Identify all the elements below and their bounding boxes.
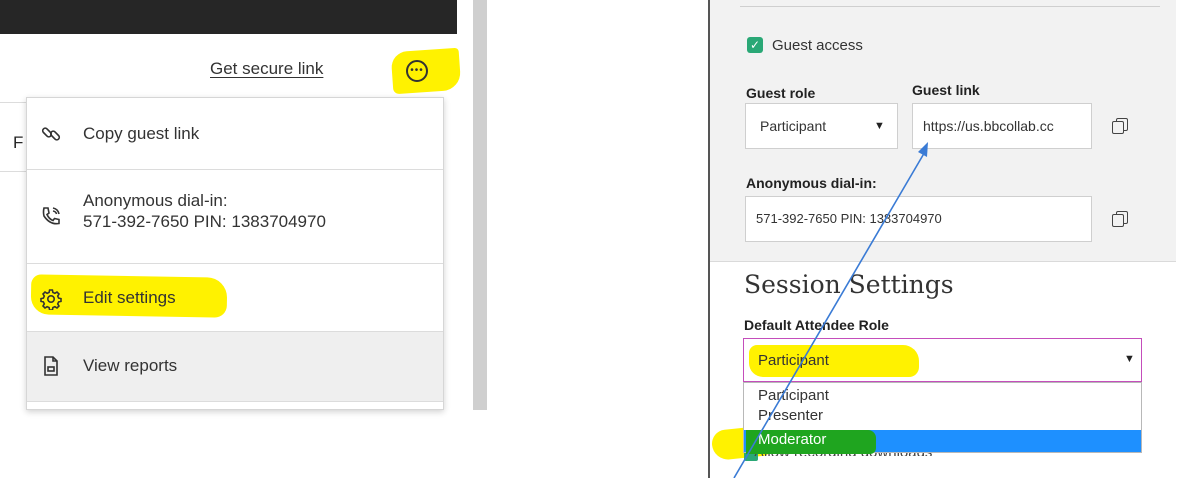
top-bar <box>0 0 457 34</box>
option-moderator[interactable]: Moderator <box>758 431 826 448</box>
dial-in-label: Anonymous dial-in: <box>83 191 228 210</box>
session-settings-title: Session Settings <box>744 270 954 299</box>
menu-item-label: View reports <box>83 356 178 375</box>
divider <box>0 171 26 172</box>
document-icon <box>40 355 62 377</box>
partial-text: F <box>13 133 24 152</box>
menu-item-view-reports[interactable]: View reports <box>27 332 443 402</box>
menu-item-label: Edit settings <box>83 288 176 307</box>
right-panel: ✓ Guest access Guest role Guest link Par… <box>708 0 1178 478</box>
menu-item-anonymous-dial-in[interactable]: Anonymous dial-in: 571-392-7650 PIN: 138… <box>27 170 443 264</box>
divider <box>0 102 26 103</box>
scrollbar[interactable] <box>473 0 487 410</box>
chevron-down-icon: ▼ <box>874 120 885 132</box>
guest-access-checkbox[interactable]: ✓ <box>747 37 763 53</box>
option-participant[interactable]: Participant <box>758 387 829 404</box>
guest-access-section: ✓ Guest access Guest role Guest link Par… <box>710 0 1176 262</box>
guest-role-label: Guest role <box>746 85 816 101</box>
divider <box>740 6 1160 7</box>
phone-icon <box>40 205 62 227</box>
anonymous-dial-in-label: Anonymous dial-in: <box>746 175 877 191</box>
role-options-list: Participant Presenter Moderator <box>743 382 1142 454</box>
gear-icon <box>40 288 62 310</box>
guest-link-field[interactable]: https://us.bbcollab.cc <box>912 103 1092 149</box>
anonymous-dial-in-field[interactable]: 571-392-7650 PIN: 1383704970 <box>745 196 1092 242</box>
guest-access-label: Guest access <box>772 37 863 54</box>
left-panel: Get secure link ••• F Copy guest link An… <box>0 0 490 410</box>
get-secure-link[interactable]: Get secure link <box>210 59 323 79</box>
guest-role-select[interactable]: Participant ▼ <box>745 103 898 149</box>
link-icon <box>40 123 62 145</box>
default-attendee-role-label: Default Attendee Role <box>744 317 889 333</box>
menu-item-copy-guest-link[interactable]: Copy guest link <box>27 98 443 170</box>
menu-item-label: Anonymous dial-in: 571-392-7650 PIN: 138… <box>83 190 326 232</box>
dial-in-number: 571-392-7650 PIN: 1383704970 <box>83 212 326 231</box>
menu-item-edit-settings[interactable]: Edit settings <box>27 264 443 332</box>
default-attendee-role-value: Participant <box>758 352 829 369</box>
option-presenter[interactable]: Presenter <box>758 407 823 424</box>
ellipsis-circle-icon[interactable]: ••• <box>406 60 428 82</box>
menu-item-label: Copy guest link <box>83 124 200 143</box>
anonymous-dial-in-value: 571-392-7650 PIN: 1383704970 <box>756 211 942 226</box>
session-options-menu: Copy guest link Anonymous dial-in: 571-3… <box>26 97 444 410</box>
default-attendee-role-select[interactable]: Participant ▼ <box>743 338 1142 382</box>
copy-icon[interactable] <box>1112 118 1128 134</box>
guest-role-value: Participant <box>760 118 827 134</box>
chevron-down-icon: ▼ <box>1124 353 1135 365</box>
guest-link-value: https://us.bbcollab.cc <box>923 118 1054 134</box>
guest-link-label: Guest link <box>912 82 980 98</box>
copy-icon[interactable] <box>1112 211 1128 227</box>
